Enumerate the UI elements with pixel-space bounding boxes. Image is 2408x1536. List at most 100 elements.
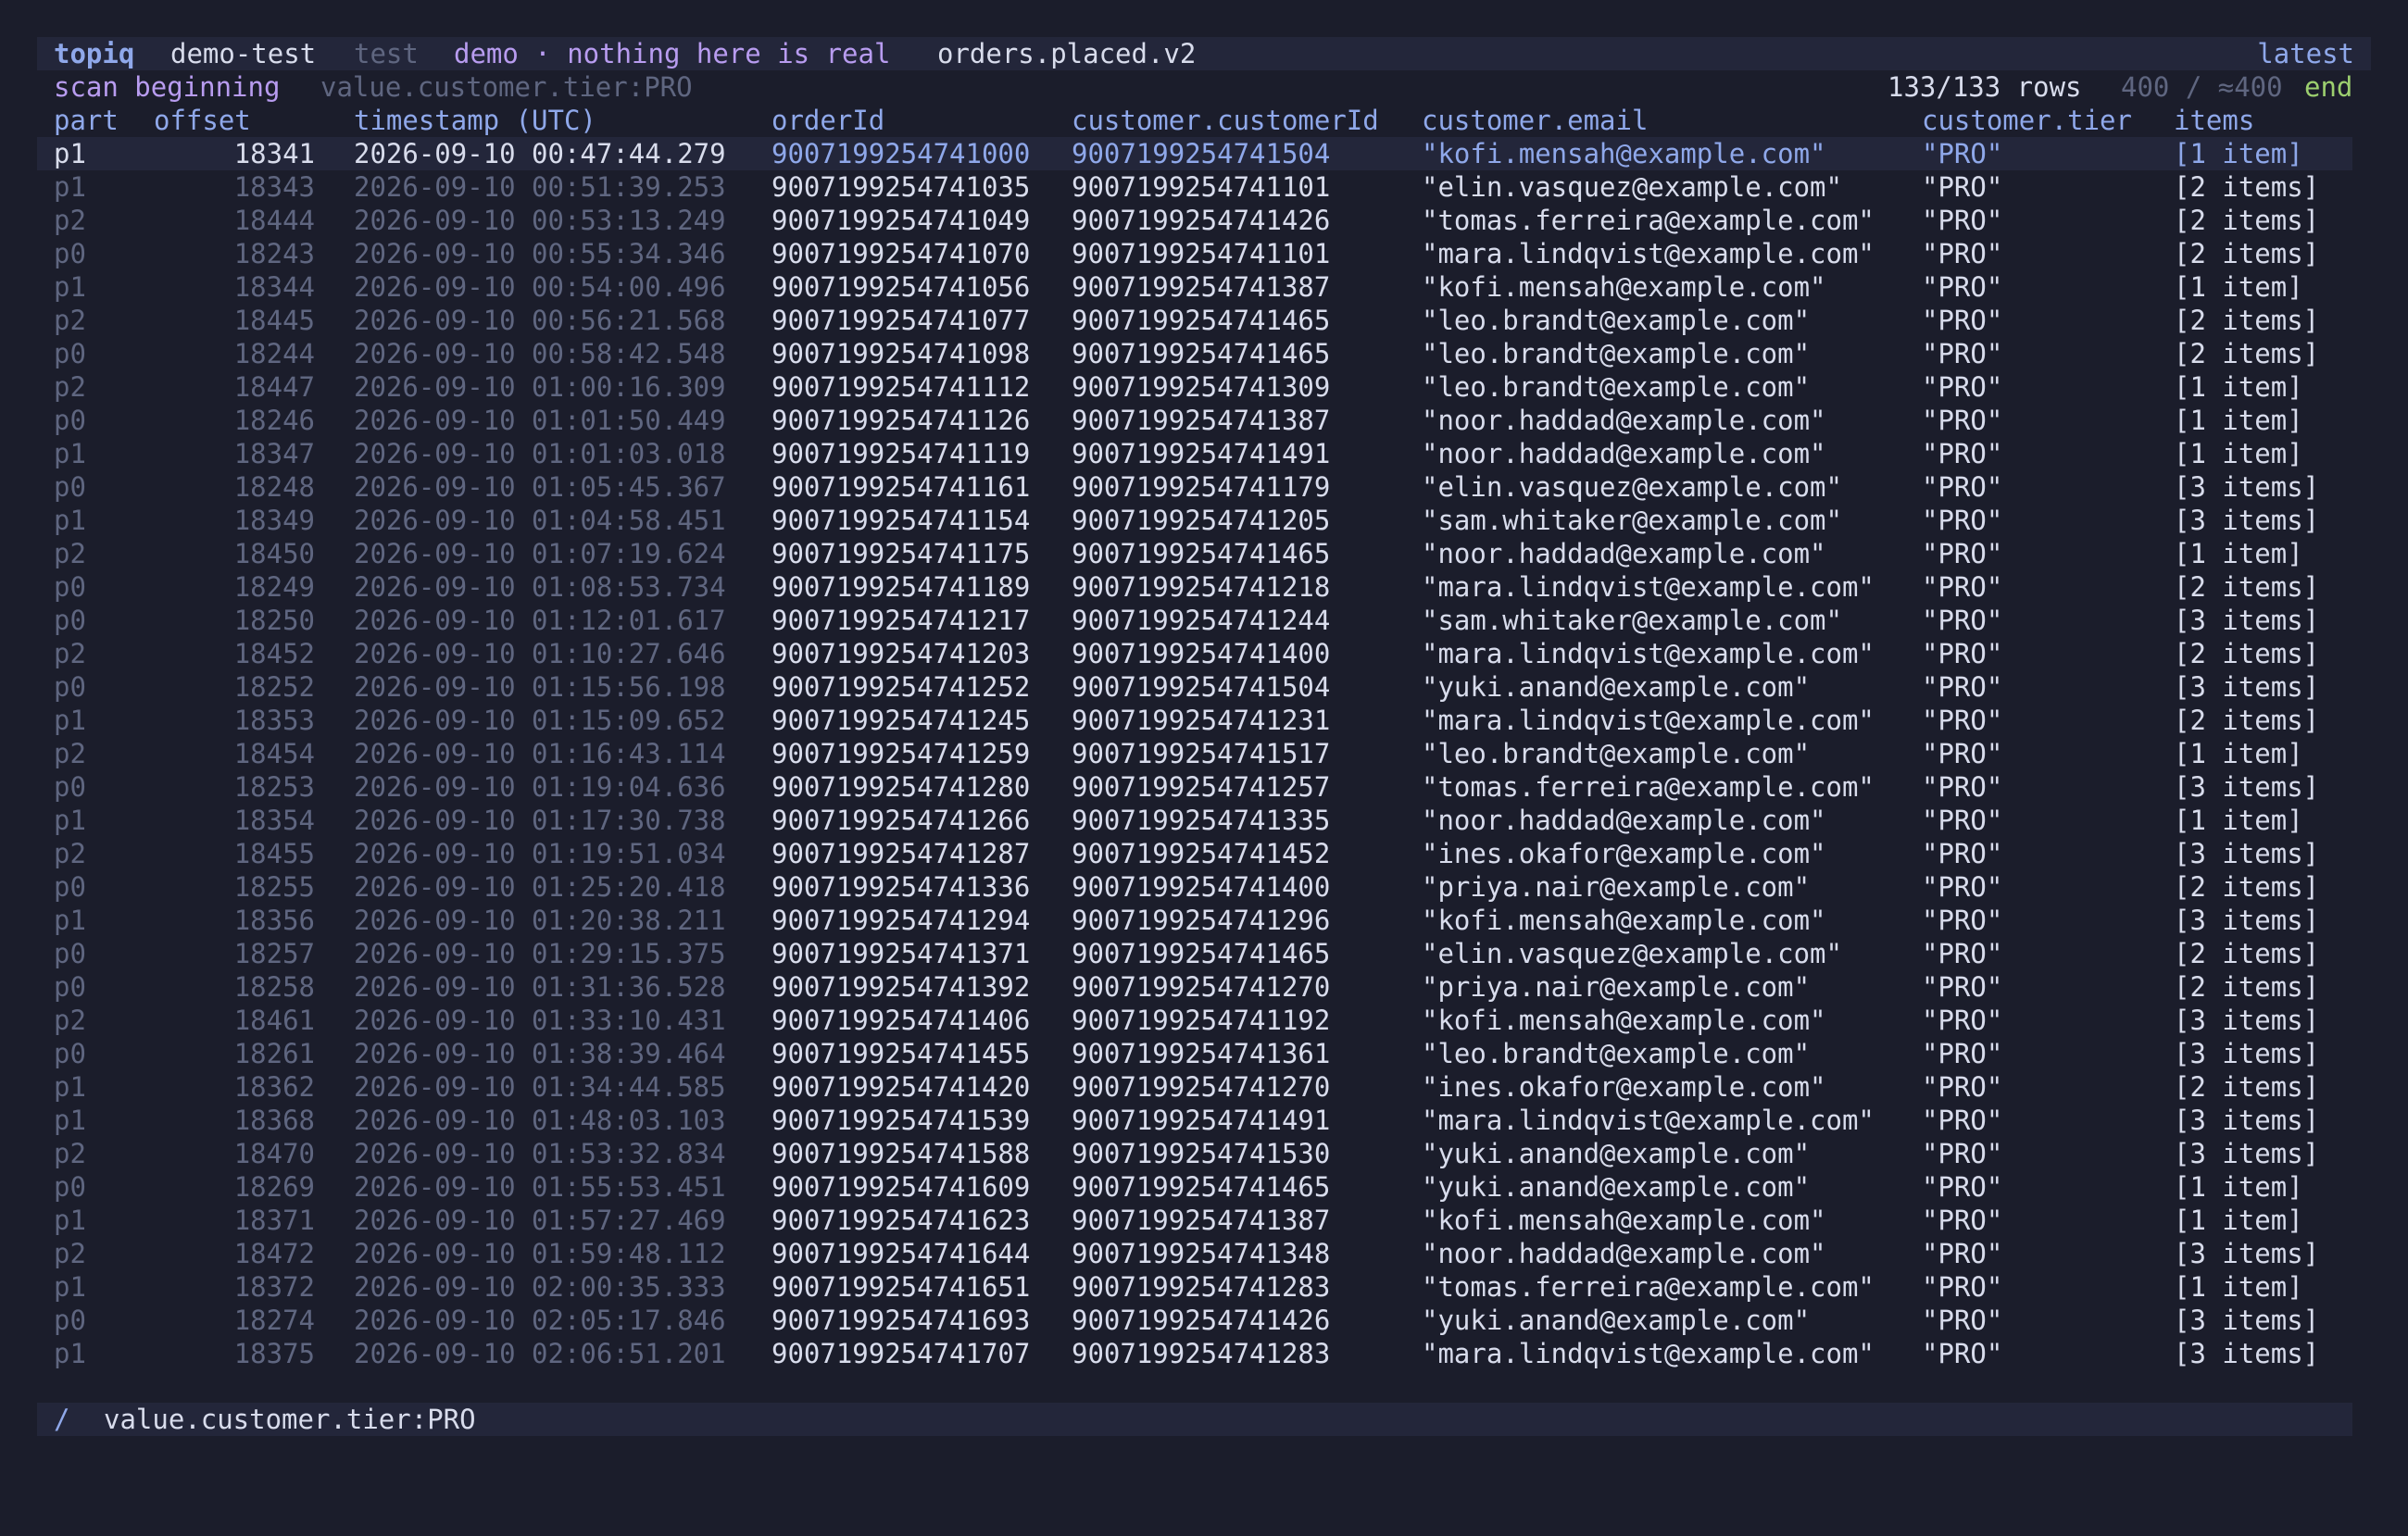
table-row[interactable]: p2 18454 2026-09-10 01:16:43.114 9007199254… [37,737,2352,770]
table-row[interactable]: p1 18344 2026-09-10 00:54:00.496 9007199254… [37,270,2352,304]
table-row[interactable]: p0 18261 2026-09-10 01:38:39.464 9007199254… [37,1037,2352,1070]
cell-partition: p2 [54,305,86,336]
cell-timestamp: 2026-09-10 01:01:03.018 [354,438,726,469]
column-header-customer-id[interactable]: customer.customerId [1072,104,1379,137]
cell-offset: 18343 [233,171,315,203]
cell-items: [1 item] [2174,438,2303,469]
table-row[interactable]: p0 18246 2026-09-10 01:01:50.449 9007199254… [37,404,2352,437]
column-header-items[interactable]: items [2174,104,2254,137]
cell-timestamp: 2026-09-10 01:31:36.528 [354,971,726,1003]
table-row[interactable]: p1 18353 2026-09-10 01:15:09.652 9007199254… [37,704,2352,737]
cell-timestamp: 2026-09-10 01:07:19.624 [354,538,726,569]
cell-customer-tier: "PRO" [1922,271,2003,303]
cell-customer-id: 9007199254741517 [1072,738,1331,769]
cluster-name[interactable]: demo-test [170,37,316,70]
cell-partition: p1 [54,1071,86,1103]
cell-customer-id: 9007199254741387 [1072,271,1331,303]
table-row[interactable]: p1 18372 2026-09-10 02:00:35.333 9007199254… [37,1270,2352,1304]
cell-customer-email: "ines.okafor@example.com" [1422,1071,1826,1103]
table-row[interactable]: p2 18445 2026-09-10 00:56:21.568 9007199254… [37,304,2352,337]
cell-items: [3 items] [2174,1338,2320,1369]
table-row[interactable]: p1 18343 2026-09-10 00:51:39.253 9007199254… [37,170,2352,204]
table-row[interactable]: p1 18349 2026-09-10 01:04:58.451 9007199254… [37,504,2352,537]
table-row[interactable]: p0 18249 2026-09-10 01:08:53.734 9007199254… [37,570,2352,604]
table-row[interactable]: p2 18447 2026-09-10 01:00:16.309 9007199254… [37,370,2352,404]
table-row[interactable]: p2 18452 2026-09-10 01:10:27.646 9007199254… [37,637,2352,670]
table-row[interactable]: p2 18455 2026-09-10 01:19:51.034 9007199254… [37,837,2352,870]
cell-order-id: 9007199254741455 [771,1038,1031,1069]
cell-customer-tier: "PRO" [1922,1305,2003,1336]
cell-timestamp: 2026-09-10 01:25:20.418 [354,871,726,903]
table-row[interactable]: p0 18255 2026-09-10 01:25:20.418 9007199254… [37,870,2352,904]
cell-customer-email: "noor.haddad@example.com" [1422,438,1826,469]
cell-offset: 18452 [233,638,315,669]
table-row[interactable]: p1 18362 2026-09-10 01:34:44.585 9007199254… [37,1070,2352,1104]
cell-offset: 18349 [233,505,315,536]
cell-timestamp: 2026-09-10 01:59:48.112 [354,1238,726,1269]
column-header-timestamp[interactable]: timestamp (UTC) [354,104,596,137]
cell-offset: 18362 [233,1071,315,1103]
filter-input[interactable]: value.customer.tier:PRO [104,1403,476,1436]
table-row[interactable]: p0 18274 2026-09-10 02:05:17.846 9007199254… [37,1304,2352,1337]
cell-customer-id: 9007199254741257 [1072,771,1331,803]
column-header-offset[interactable]: offset [154,104,251,137]
offset-position[interactable]: latest [2257,37,2354,70]
table-row[interactable]: p1 18341 2026-09-10 00:47:44.279 9007199254… [37,137,2352,170]
table-row[interactable]: p0 18257 2026-09-10 01:29:15.375 9007199254… [37,937,2352,970]
cell-partition: p0 [54,671,86,703]
table-row[interactable]: p1 18375 2026-09-10 02:06:51.201 9007199254… [37,1337,2352,1370]
column-header-part[interactable]: part [54,104,119,137]
cell-customer-id: 9007199254741426 [1072,1305,1331,1336]
table-row[interactable]: p1 18368 2026-09-10 01:48:03.103 9007199254… [37,1104,2352,1137]
cell-items: [1 item] [2174,1171,2303,1203]
cell-order-id: 9007199254741371 [771,938,1031,969]
column-header-customer-tier[interactable]: customer.tier [1922,104,2132,137]
cell-order-id: 9007199254741175 [771,538,1031,569]
cell-customer-email: "mara.lindqvist@example.com" [1422,1338,1875,1369]
table-row[interactable]: p2 18470 2026-09-10 01:53:32.834 9007199254… [37,1137,2352,1170]
filter-bar[interactable]: / value.customer.tier:PRO [37,1403,2352,1436]
cell-timestamp: 2026-09-10 01:48:03.103 [354,1105,726,1136]
table-row[interactable]: p0 18253 2026-09-10 01:19:04.636 9007199254… [37,770,2352,804]
cell-partition: p0 [54,571,86,603]
table-row[interactable]: p2 18450 2026-09-10 01:07:19.624 9007199254… [37,537,2352,570]
cell-offset: 18371 [233,1205,315,1236]
cell-items: [3 items] [2174,505,2320,536]
table-row[interactable]: p0 18244 2026-09-10 00:58:42.548 9007199254… [37,337,2352,370]
cell-timestamp: 2026-09-10 00:47:44.279 [354,138,726,169]
cell-offset: 18257 [233,938,315,969]
cell-partition: p0 [54,471,86,503]
cell-customer-email: "leo.brandt@example.com" [1422,1038,1811,1069]
table-row[interactable]: p0 18258 2026-09-10 01:31:36.528 9007199254… [37,970,2352,1004]
cell-customer-email: "leo.brandt@example.com" [1422,371,1811,403]
cell-customer-tier: "PRO" [1922,1271,2003,1303]
cell-timestamp: 2026-09-10 01:16:43.114 [354,738,726,769]
column-header-customer-email[interactable]: customer.email [1422,104,1648,137]
table-row[interactable]: p2 18461 2026-09-10 01:33:10.431 9007199254… [37,1004,2352,1037]
cell-items: [2 items] [2174,705,2320,736]
cell-partition: p2 [54,738,86,769]
table-row[interactable]: p2 18444 2026-09-10 00:53:13.249 9007199254… [37,204,2352,237]
table-row[interactable]: p0 18243 2026-09-10 00:55:34.346 9007199254… [37,237,2352,270]
cell-order-id: 9007199254741077 [771,305,1031,336]
cell-order-id: 9007199254741420 [771,1071,1031,1103]
table-row[interactable]: p0 18248 2026-09-10 01:05:45.367 9007199254… [37,470,2352,504]
cell-items: [2 items] [2174,1071,2320,1103]
table-row[interactable]: p1 18347 2026-09-10 01:01:03.018 9007199254… [37,437,2352,470]
cell-items: [2 items] [2174,205,2320,236]
cell-customer-tier: "PRO" [1922,1171,2003,1203]
cell-partition: p1 [54,1271,86,1303]
table-row[interactable]: p1 18356 2026-09-10 01:20:38.211 9007199254… [37,904,2352,937]
cell-customer-id: 9007199254741426 [1072,205,1331,236]
cell-customer-id: 9007199254741491 [1072,1105,1331,1136]
cell-customer-email: "kofi.mensah@example.com" [1422,138,1826,169]
table-row[interactable]: p2 18472 2026-09-10 01:59:48.112 9007199254… [37,1237,2352,1270]
column-header-order-id[interactable]: orderId [771,104,884,137]
table-row[interactable]: p0 18250 2026-09-10 01:12:01.617 9007199254… [37,604,2352,637]
cell-customer-tier: "PRO" [1922,1071,2003,1103]
table-row[interactable]: p0 18269 2026-09-10 01:55:53.451 9007199254… [37,1170,2352,1204]
topic-name[interactable]: orders.placed.v2 [937,37,1196,70]
table-row[interactable]: p1 18354 2026-09-10 01:17:30.738 9007199254… [37,804,2352,837]
table-row[interactable]: p0 18252 2026-09-10 01:15:56.198 9007199254… [37,670,2352,704]
table-row[interactable]: p1 18371 2026-09-10 01:57:27.469 9007199254… [37,1204,2352,1237]
